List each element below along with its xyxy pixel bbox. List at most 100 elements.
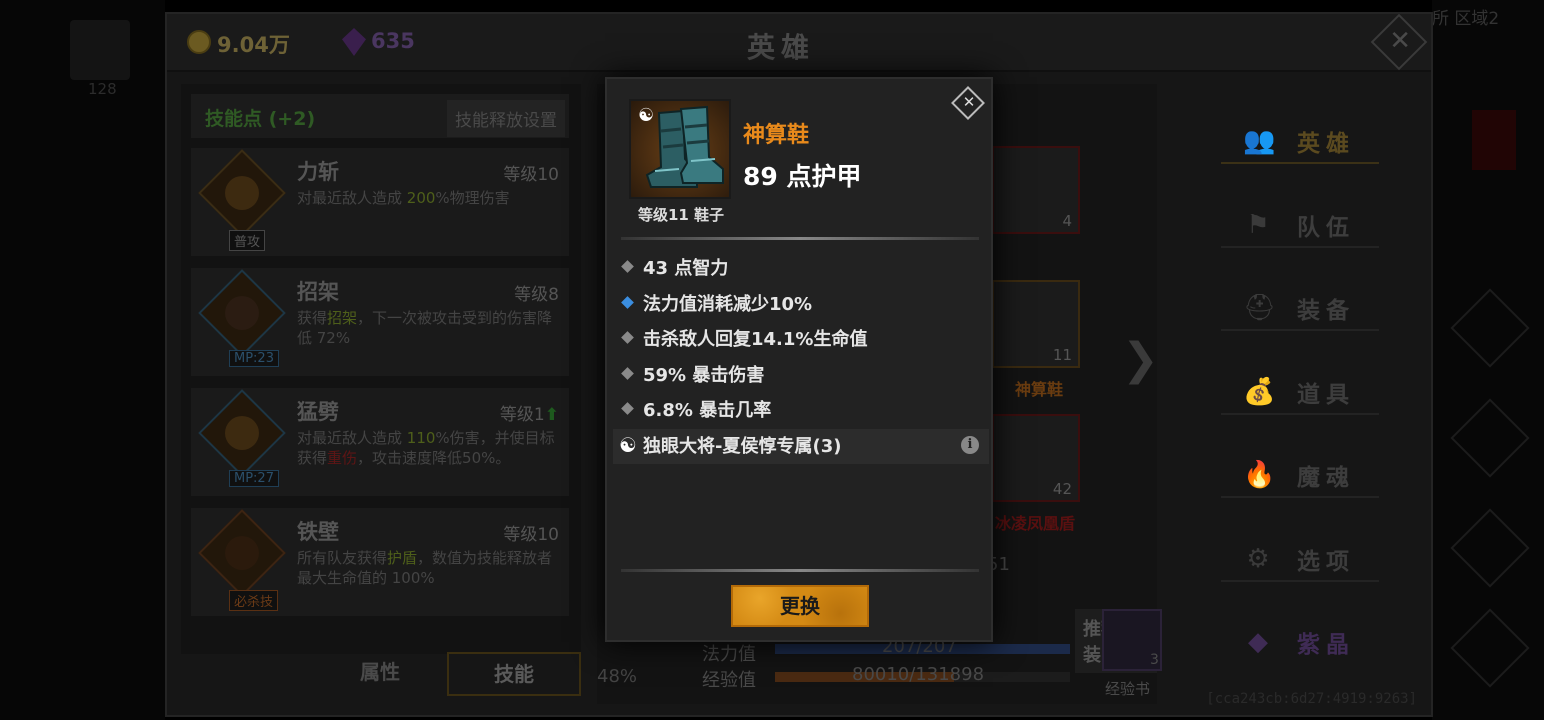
stat-text: 法力值消耗减少10% xyxy=(643,293,813,315)
shield-slot-name: 冰凌凤凰盾 xyxy=(995,514,1076,533)
iron-wall-skill-icon xyxy=(198,509,286,597)
parry-shield-skill-icon xyxy=(198,269,286,357)
slot-count: 11 xyxy=(1052,346,1072,364)
background-potion-button xyxy=(1450,508,1530,588)
helmet-icon: ⛑ xyxy=(1243,293,1277,323)
skill-card[interactable]: MP:27 猛劈 等级1⬆ 对最近敌人造成 110%伤害，并使目标获得重伤，攻击… xyxy=(191,388,569,496)
background-banner xyxy=(1472,110,1516,170)
skill-level: 等级10 xyxy=(503,525,559,545)
exp-label: 经验值 xyxy=(702,670,756,691)
diamond-bullet-icon xyxy=(621,402,634,415)
skill-level: 等级1⬆ xyxy=(499,405,559,425)
item-icon: ☯ xyxy=(629,99,731,199)
stat-text: 59% 暴击伤害 xyxy=(643,364,765,386)
flag-icon: ⚑ xyxy=(1246,209,1270,240)
set-bonus-row[interactable]: ☯ 独眼大将-夏侯惇专属(3) i xyxy=(613,428,989,464)
skill-description: 对最近敌人造成 200%物理伤害 xyxy=(297,189,510,207)
item-stat: 击杀敌人回复14.1%生命值 xyxy=(613,322,989,358)
item-stat: 43 点智力 xyxy=(613,251,989,287)
background-portrait xyxy=(70,20,130,80)
item-stat: 6.8% 暴击几率 xyxy=(613,393,989,429)
background-right: 所 区域2 xyxy=(1432,0,1544,720)
level-percent: 48% xyxy=(597,666,638,687)
item-stat: 59% 暴击伤害 xyxy=(613,358,989,394)
skill-description: 获得招架，下一次被攻击受到的伤害降低 72% xyxy=(297,309,553,347)
hero-menu: 👥 英雄 ⚑ 队伍 ⛑ 装备 💰 道具 🔥 魔魂 ⚙ 选项 ◆ 紫晶 xyxy=(1221,104,1391,689)
diamond-bullet-icon xyxy=(621,260,634,273)
set-yin-yang-icon: ☯ xyxy=(638,105,655,126)
menu-item-hero[interactable]: 👥 英雄 xyxy=(1221,104,1391,188)
menu-label: 魔魂 xyxy=(1297,465,1355,491)
gear-icon: ⚙ xyxy=(1246,543,1270,574)
menu-item-equipment[interactable]: ⛑ 装备 xyxy=(1221,271,1391,355)
divider xyxy=(621,569,979,572)
level-up-arrow-icon: ⬆ xyxy=(544,405,559,425)
equipment-slot-spider-pet[interactable]: 4 xyxy=(992,146,1080,234)
menu-label: 紫晶 xyxy=(1297,632,1355,658)
menu-item-items[interactable]: 💰 道具 xyxy=(1221,355,1391,439)
item-detail-popup: ☯ 等级11 鞋子 神算鞋 89 点护甲 ✕ 43 点智力 法力值消耗减少10%… xyxy=(605,77,993,642)
exp-value: 80010/131898 xyxy=(852,664,985,685)
equipment-slot-shield[interactable]: 42 xyxy=(992,414,1080,502)
divider xyxy=(621,237,979,240)
chevron-right-icon[interactable]: ❯ xyxy=(1122,334,1159,385)
skills-list: 技能点 (+2) 技能释放设置 普攻 力斩 等级10 对最近敌人造成 200%物… xyxy=(181,84,581,654)
item-level-type: 等级11 鞋子 xyxy=(637,206,725,224)
menu-label: 英雄 xyxy=(1297,131,1355,157)
background-region-text: 所 区域2 xyxy=(1432,9,1500,29)
background-team-button xyxy=(1450,398,1530,478)
menu-item-soul[interactable]: 🔥 魔魂 xyxy=(1221,438,1391,522)
menu-item-options[interactable]: ⚙ 选项 xyxy=(1221,522,1391,606)
background-left: 128 xyxy=(0,0,165,720)
gold-coin-icon xyxy=(187,30,211,54)
mana-label: 法力值 xyxy=(702,644,756,665)
set-bonus-text: 独眼大将-夏侯惇专属(3) xyxy=(643,435,842,457)
skill-card[interactable]: 必杀技 铁壁 等级10 所有队友获得护盾，数值为技能释放者最大生命值的 100% xyxy=(191,508,569,616)
background-list-button xyxy=(1450,608,1530,688)
slash-skill-icon xyxy=(198,149,286,237)
skill-description: 所有队友获得护盾，数值为技能释放者最大生命值的 100% xyxy=(297,549,553,587)
swap-button[interactable]: 更换 xyxy=(731,585,869,627)
item-stats-list: 43 点智力 法力值消耗减少10% 击杀敌人回复14.1%生命值 59% 暴击伤… xyxy=(613,251,989,464)
menu-label: 道具 xyxy=(1297,381,1355,408)
diamond-bullet-icon xyxy=(621,295,634,309)
skill-points-label: 技能点 (+2) xyxy=(205,108,316,130)
skill-mp-cost: MP:27 xyxy=(229,470,279,487)
menu-item-team[interactable]: ⚑ 队伍 xyxy=(1221,188,1391,272)
tab-attributes[interactable]: 属性 xyxy=(313,652,447,696)
tab-skills[interactable]: 技能 xyxy=(447,652,581,696)
slot-count: 4 xyxy=(1062,212,1072,230)
skill-release-settings-button[interactable]: 技能释放设置 xyxy=(447,100,565,137)
skills-tabs: 属性 技能 xyxy=(181,652,581,698)
boots-slot-name: 神算鞋 xyxy=(1015,380,1064,399)
equipment-slot-boots[interactable]: 11 xyxy=(992,280,1080,368)
skill-card[interactable]: 普攻 力斩 等级10 对最近敌人造成 200%物理伤害 xyxy=(191,148,569,256)
cleave-skill-icon xyxy=(198,389,286,477)
gem-icon: ◆ xyxy=(1248,627,1268,657)
menu-item-amethyst[interactable]: ◆ 紫晶 xyxy=(1221,605,1391,689)
skill-card[interactable]: MP:23 招架 等级8 获得招架，下一次被攻击受到的伤害降低 72% xyxy=(191,268,569,376)
item-main-stat: 89 点护甲 xyxy=(743,162,862,191)
diamond-bullet-icon xyxy=(621,366,634,380)
skill-mp-cost: MP:23 xyxy=(229,350,279,367)
item-stat: 法力值消耗减少10% xyxy=(613,287,989,323)
gold-amount: 9.04万 xyxy=(217,33,290,57)
skill-points-bar: 技能点 (+2) 技能释放设置 xyxy=(191,94,569,138)
close-icon: ✕ xyxy=(962,93,976,111)
skill-name: 招架 xyxy=(297,280,339,304)
yin-yang-icon: ☯ xyxy=(619,432,637,457)
stat-text: 击杀敌人回复14.1%生命值 xyxy=(643,329,868,350)
diamond-bullet-icon xyxy=(621,331,634,344)
users-icon: 👥 xyxy=(1243,126,1276,156)
background-menu-button xyxy=(1450,288,1530,368)
skill-level: 等级8 xyxy=(514,285,559,305)
fire-icon: 🔥 xyxy=(1243,460,1276,490)
gem-amount: 635 xyxy=(371,29,415,53)
info-icon[interactable]: i xyxy=(961,435,979,454)
stat-text: 43 点智力 xyxy=(643,258,729,279)
debug-id: [cca243cb:6d27:4919:9263] xyxy=(1206,691,1417,707)
skill-description: 对最近敌人造成 110%伤害，并使目标获得重伤，攻击速度降低50%。 xyxy=(297,429,555,467)
menu-label: 队伍 xyxy=(1297,214,1355,241)
skill-name: 力斩 xyxy=(297,160,339,184)
page-title: 英雄 xyxy=(747,31,816,64)
